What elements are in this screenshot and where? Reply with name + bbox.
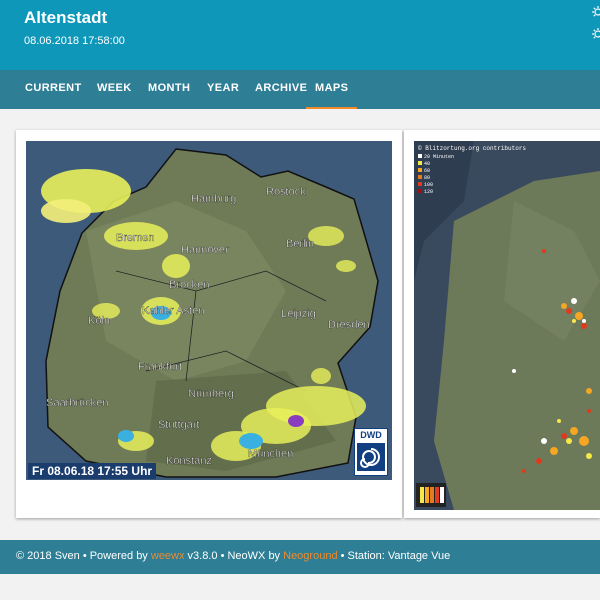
lightning-map-card: © Blitzortung.org contributors 20 Minute…: [404, 130, 600, 518]
dwd-spiral-icon: [357, 443, 385, 471]
lightning-legend-label: 20 Minuten: [424, 154, 454, 160]
radar-map-label: Berlin: [286, 238, 314, 250]
radar-map-label: München: [248, 448, 293, 460]
footer-station: • Station: Vantage Vue: [337, 550, 451, 562]
radar-timestamp: Fr 08.06.18 17:55 Uhr: [28, 463, 157, 479]
lightning-scale-bar: [416, 483, 446, 507]
radar-map-image: Hamburg Rostock Bremen Hannover Berlin B…: [26, 141, 392, 480]
footer-version: v3.8.0 • NeoWX by: [184, 550, 284, 562]
main-nav: CURRENT WEEK MONTH YEAR ARCHIVE MAPS: [0, 70, 600, 109]
site-footer: © 2018 Sven • Powered by weewx v3.8.0 • …: [0, 540, 600, 574]
site-title: Altenstadt: [24, 8, 108, 27]
radar-map[interactable]: Hamburg Rostock Bremen Hannover Berlin B…: [26, 141, 392, 480]
sunrise-icon: [592, 6, 600, 17]
radar-map-label: Konstanz: [166, 455, 212, 467]
radar-map-label: Frankfurt: [138, 361, 182, 373]
sunset-icon: [592, 28, 600, 39]
nav-week[interactable]: WEEK: [97, 70, 132, 109]
radar-map-label: Leipzig: [281, 308, 316, 320]
nav-maps[interactable]: MAPS: [306, 70, 358, 109]
nav-current[interactable]: CURRENT: [25, 70, 82, 109]
site-header: Altenstadt 08.06.2018 17:58:00: [0, 0, 600, 70]
radar-map-label: Hannover: [181, 244, 229, 256]
dwd-logo-text: DWD: [360, 430, 382, 440]
radar-map-label: Brocken: [169, 279, 209, 291]
radar-map-label: Saarbrücken: [46, 397, 108, 409]
nav-month[interactable]: MONTH: [148, 70, 190, 109]
radar-map-label: Hamburg: [191, 193, 236, 205]
radar-map-label: Dresden: [328, 319, 370, 331]
radar-map-label: Köln: [88, 315, 110, 327]
radar-map-label: Kahler Asten: [142, 305, 204, 317]
nav-archive[interactable]: ARCHIVE: [255, 70, 307, 109]
lightning-legend-label: 80: [424, 175, 430, 181]
lightning-legend-label: 40: [424, 161, 430, 167]
footer-copyright: © 2018 Sven • Powered by: [16, 550, 151, 562]
radar-map-label: Bremen: [116, 232, 155, 244]
site-datetime: 08.06.2018 17:58:00: [24, 35, 125, 47]
lightning-map[interactable]: © Blitzortung.org contributors 20 Minute…: [414, 141, 600, 510]
lightning-map-image: © Blitzortung.org contributors 20 Minute…: [414, 141, 600, 510]
radar-map-label: Nürnberg: [188, 388, 234, 400]
footer-weewx-link[interactable]: weewx: [151, 550, 185, 562]
lightning-legend-label: 120: [424, 189, 433, 195]
lightning-legend-label: 60: [424, 168, 430, 174]
radar-map-label: Rostock: [266, 186, 306, 198]
nav-year[interactable]: YEAR: [207, 70, 239, 109]
dwd-logo: DWD: [354, 428, 388, 476]
lightning-legend-label: 100: [424, 182, 433, 188]
lightning-map-title: © Blitzortung.org contributors: [418, 145, 526, 152]
radar-map-label: Stuttgart: [158, 419, 200, 431]
page-bottom: [0, 574, 600, 600]
radar-map-card: Hamburg Rostock Bremen Hannover Berlin B…: [16, 130, 402, 518]
footer-neoground-link[interactable]: Neoground: [283, 550, 337, 562]
